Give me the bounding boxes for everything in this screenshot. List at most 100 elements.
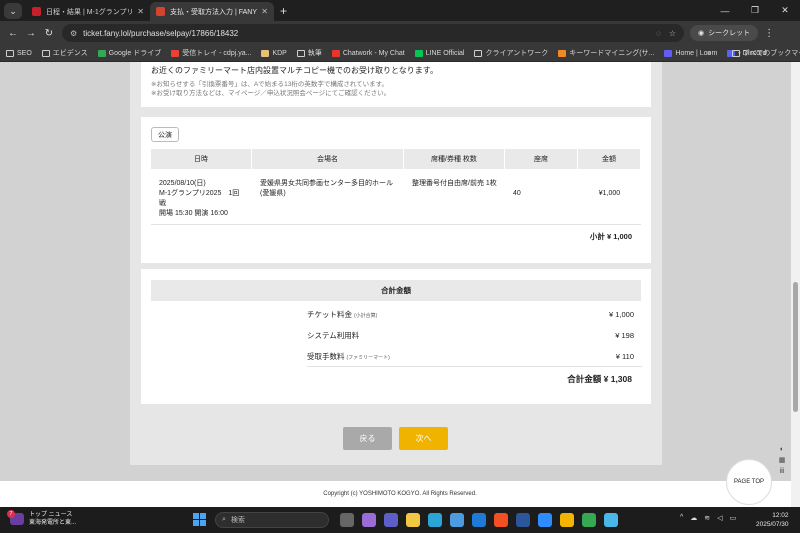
fee-row-system: システム利用料 ¥ 198	[307, 328, 642, 342]
scrollbar[interactable]	[791, 62, 800, 507]
profile-label: シークレット	[708, 30, 751, 37]
footer: Copyright (c) YOSHIMOTO KOGYO. All Right…	[0, 481, 800, 507]
zoom-icon[interactable]	[538, 513, 552, 527]
all-bookmarks-button[interactable]: すべてのブックマーク	[732, 48, 800, 58]
news-subtitle: 東海発電所と東...	[29, 520, 77, 526]
back-arrow-icon[interactable]: ←	[4, 24, 22, 42]
close-window-icon[interactable]: ✕	[770, 0, 800, 21]
header-venue: 会場名	[252, 149, 404, 169]
fee-amount: ¥ 110	[615, 351, 634, 361]
bookmark-kdp[interactable]: KDP	[261, 49, 287, 57]
edge-icon[interactable]	[428, 513, 442, 527]
onedrive-icon[interactable]: ☁	[690, 514, 697, 522]
bookmark-google-drive[interactable]: Google ドライブ	[97, 48, 161, 58]
bookmark-keyword-mining[interactable]: キーワードマイニング(サ...	[558, 48, 654, 58]
clock-date: 2025/07/30	[756, 521, 789, 528]
file-explorer-icon[interactable]	[406, 513, 420, 527]
bookmark-gmail[interactable]: 受信トレイ - cdpj.ya...	[171, 48, 251, 58]
wifi-icon[interactable]: ≋	[704, 514, 710, 522]
bookmark-chatwork[interactable]: Chatwork - My Chat	[331, 49, 405, 57]
gmail-icon	[171, 49, 180, 57]
close-tab-icon[interactable]: ✕	[261, 7, 268, 16]
subtotal: 小計 ¥ 1,000	[589, 232, 632, 241]
cell-datetime: 2025/08/10(日) M-1グランプリ2025 1回戦 開場 15:30 …	[159, 180, 240, 217]
new-tab-button[interactable]: +	[280, 4, 287, 18]
site-info-icon[interactable]: ⚙	[70, 29, 77, 38]
news-title: トップ ニュース	[29, 512, 73, 518]
restore-icon[interactable]: ❐	[740, 0, 770, 21]
folder-icon	[296, 49, 305, 57]
tray-chevron-icon[interactable]: ^	[680, 514, 683, 522]
fee-amount: ¥ 1,000	[608, 309, 634, 319]
fany-favicon-icon	[156, 7, 165, 16]
bookmarks-bar: SEO エビデンス Google ドライブ 受信トレイ - cdpj.ya...…	[0, 45, 800, 62]
store-icon[interactable]	[450, 513, 464, 527]
folder-icon	[6, 49, 14, 57]
brave-icon[interactable]	[494, 513, 508, 527]
notepad-icon[interactable]	[604, 513, 618, 527]
tab-strip: ⌄ 日程・結果 | M-1グランプリ 公式サイト ✕ 支払・受取方法入力 | F…	[0, 0, 800, 21]
eye-off-icon[interactable]: ◌	[656, 29, 661, 38]
mail-icon[interactable]	[472, 513, 486, 527]
notice-line: お近くのファミリーマート店内設置マルチコピー機でのお受け取りとなります。	[151, 66, 438, 75]
extension-icon[interactable]: ⅲ	[780, 467, 784, 475]
battery-icon[interactable]: ▭	[730, 514, 737, 522]
next-button[interactable]: 次へ	[399, 427, 448, 450]
bookmark-star-icon[interactable]: ☆	[669, 29, 676, 38]
task-view-icon[interactable]	[340, 513, 354, 527]
url-text: ticket.fany.lol/purchase/selpay/17866/18…	[83, 28, 239, 38]
fee-row-ticket: チケット料金 (小計合算) ¥ 1,000	[307, 307, 642, 321]
clock[interactable]: 12:02 2025/07/30	[756, 511, 789, 529]
side-extension-icons: ◐ ▦ ⅲ	[776, 446, 788, 507]
extension-icon[interactable]: ▦	[779, 456, 786, 464]
taskbar-search[interactable]: ⌕ 検索	[215, 512, 329, 528]
loom-icon	[664, 49, 673, 57]
clock-time: 12:02	[772, 512, 789, 519]
tab-fany-payment[interactable]: 支払・受取方法入力 | FANYチケット ✕	[150, 2, 274, 21]
start-windows-icon[interactable]	[193, 513, 206, 526]
page-top-button[interactable]: PAGE TOP	[726, 459, 772, 505]
notice-note: ※お受け取り方法などは、マイページ／申込状況照会ページにてご確認ください。	[151, 90, 391, 97]
chrome-icon[interactable]	[560, 513, 574, 527]
scroll-thumb[interactable]	[793, 282, 798, 412]
incognito-profile-button[interactable]: ◉ シークレット	[690, 25, 759, 41]
table-header: 日時 会場名 席種/券種 枚数 座席 金額	[151, 149, 641, 169]
bookmark-seo[interactable]: SEO	[6, 49, 32, 57]
reload-icon[interactable]: ↻	[40, 24, 58, 42]
grand-total: 合計金額 ¥ 1,308	[567, 374, 632, 384]
page-viewport: お近くのファミリーマート店内設置マルチコピー機でのお受け取りとなります。 ※お知…	[0, 62, 800, 507]
address-bar[interactable]: ⚙ ticket.fany.lol/purchase/selpay/17866/…	[62, 24, 684, 42]
bookmark-writing[interactable]: 執筆	[296, 48, 322, 58]
forward-arrow-icon[interactable]: →	[22, 24, 40, 42]
chrome-alt-icon[interactable]	[582, 513, 596, 527]
kdp-icon	[261, 49, 270, 57]
tab-search-button[interactable]: ⌄	[4, 3, 22, 19]
window-controls: — ❐ ✕	[710, 0, 800, 21]
word-icon[interactable]	[516, 513, 530, 527]
news-widget[interactable]: 7 トップ ニュース 東海発電所と東...	[7, 510, 77, 527]
teams-icon[interactable]	[384, 513, 398, 527]
back-button[interactable]: 戻る	[343, 427, 392, 450]
bookmark-evidence[interactable]: エビデンス	[41, 48, 88, 58]
bookmarks-overflow-button[interactable]: »	[707, 50, 711, 57]
cell-seat-type: 整理番号付自由席/前売 1枚	[412, 180, 497, 187]
copilot-icon[interactable]	[362, 513, 376, 527]
m1-favicon-icon	[32, 7, 41, 16]
total-card: 合計金額 チケット料金 (小計合算) ¥ 1,000 システム利用料 ¥ 198 …	[141, 269, 651, 404]
minimize-icon[interactable]: —	[710, 0, 740, 21]
volume-icon[interactable]: ◁	[717, 514, 722, 522]
header-seat: 座席	[505, 149, 578, 169]
widgets-icon: 7	[7, 510, 24, 525]
incognito-icon: ◉	[698, 30, 705, 37]
menu-kebab-icon[interactable]: ⋮	[764, 28, 774, 39]
bookmark-line[interactable]: LINE Official	[414, 49, 464, 57]
search-placeholder: 検索	[230, 517, 245, 524]
close-tab-icon[interactable]: ✕	[137, 7, 144, 16]
tab-m1-schedule[interactable]: 日程・結果 | M-1グランプリ 公式サイト ✕	[26, 2, 150, 21]
bookmark-client-work[interactable]: クライアントワーク	[474, 48, 548, 58]
copyright-text: Copyright (c) YOSHIMOTO KOGYO. All Right…	[323, 491, 477, 497]
table-row: 2025/08/10(日) M-1グランプリ2025 1回戦 開場 15:30 …	[151, 169, 641, 225]
extension-icon[interactable]: ◐	[780, 446, 784, 453]
keyword-icon	[558, 49, 567, 57]
cell-seat: 40	[513, 190, 521, 197]
